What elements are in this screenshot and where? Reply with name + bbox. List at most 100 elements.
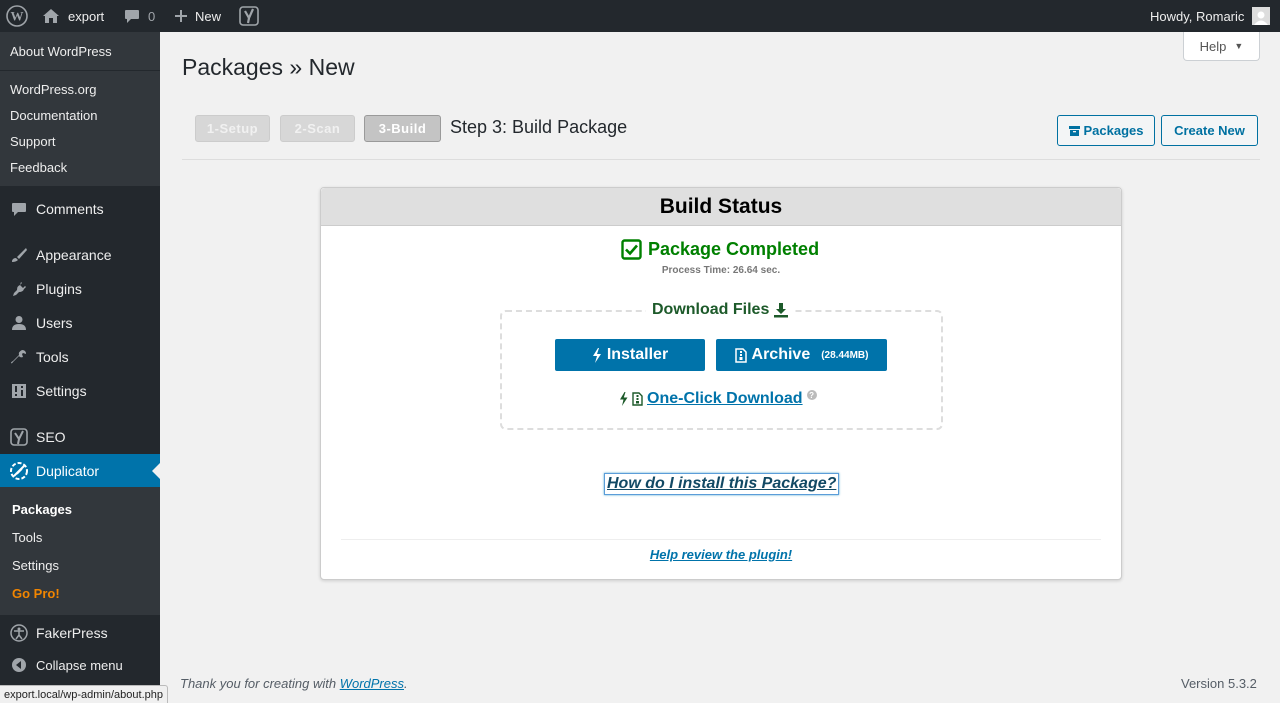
comment-icon bbox=[0, 202, 36, 217]
archive-size: (28.44MB) bbox=[821, 349, 869, 361]
new-label: New bbox=[195, 8, 222, 24]
admin-bar: W export 0 New Howdy, Romaric bbox=[0, 0, 1280, 32]
caret-down-icon: ▼ bbox=[1234, 41, 1244, 51]
submenu-settings[interactable]: Settings bbox=[12, 558, 59, 573]
sidebar-item-comments[interactable]: Comments bbox=[0, 192, 160, 226]
duplicator-icon bbox=[0, 461, 36, 481]
current-menu-arrow bbox=[152, 463, 160, 479]
duplicator-submenu: Packages Tools Settings Go Pro! bbox=[0, 487, 160, 615]
avatar bbox=[1252, 7, 1271, 25]
browser-status-url: export.local/wp-admin/about.php bbox=[0, 685, 168, 703]
panel-divider bbox=[341, 539, 1101, 540]
bolt-icon bbox=[620, 392, 628, 406]
sidebar-item-settings[interactable]: Settings bbox=[0, 374, 160, 408]
sidebar-item-label: Appearance bbox=[36, 247, 112, 263]
step-1-setup: 1-Setup bbox=[195, 115, 270, 142]
submenu-documentation[interactable]: Documentation bbox=[10, 108, 97, 123]
sidebar-item-label: Tools bbox=[36, 349, 69, 365]
download-icon bbox=[774, 303, 789, 318]
sidebar-item-users[interactable]: Users bbox=[0, 306, 160, 340]
wordpress-submenu: WordPress.org Documentation Support Feed… bbox=[0, 70, 160, 186]
help-review-link[interactable]: Help review the plugin! bbox=[321, 547, 1121, 562]
collapse-arrow-icon bbox=[0, 657, 36, 673]
howdy-greeting: Howdy, Romaric bbox=[1150, 8, 1245, 24]
svg-text:W: W bbox=[11, 9, 24, 24]
sliders-icon bbox=[0, 383, 36, 399]
archive-label: Archive bbox=[751, 346, 811, 363]
build-status-panel: Build Status Package Completed Process T… bbox=[320, 187, 1122, 580]
sidebar-item-label: SEO bbox=[36, 429, 66, 445]
plug-icon bbox=[0, 281, 36, 297]
footer-thanks: Thank you for creating with WordPress. bbox=[180, 676, 408, 691]
plus-icon bbox=[175, 10, 187, 22]
home-icon bbox=[43, 9, 59, 23]
question-mark-icon[interactable]: ? bbox=[806, 390, 817, 400]
create-new-label: Create New bbox=[1174, 123, 1245, 138]
step-3-build: 3-Build bbox=[364, 115, 441, 142]
sidebar-item-seo[interactable]: SEO bbox=[0, 420, 160, 454]
sidebar-item-duplicator[interactable]: Duplicator bbox=[0, 454, 160, 488]
about-wordpress-label: About WordPress bbox=[10, 44, 112, 59]
download-files-label: Download Files bbox=[652, 301, 770, 318]
sidebar-item-label: Duplicator bbox=[36, 463, 100, 479]
wrench-icon bbox=[0, 349, 36, 365]
build-status-header: Build Status bbox=[321, 188, 1121, 226]
collapse-menu-label: Collapse menu bbox=[36, 657, 123, 673]
how-to-install-link[interactable]: How do I install this Package? bbox=[604, 473, 840, 495]
site-name-link[interactable]: export bbox=[42, 0, 104, 32]
submenu-feedback[interactable]: Feedback bbox=[10, 160, 67, 175]
installer-button[interactable]: Installer bbox=[555, 339, 705, 371]
installer-label: Installer bbox=[606, 346, 669, 363]
paintbrush-icon bbox=[0, 247, 36, 263]
new-content-link[interactable]: New bbox=[174, 0, 221, 32]
step-2-scan: 2-Scan bbox=[280, 115, 355, 142]
submenu-go-pro[interactable]: Go Pro! bbox=[12, 586, 60, 601]
sidebar-item-plugins[interactable]: Plugins bbox=[0, 272, 160, 306]
comments-link[interactable]: 0 bbox=[124, 0, 155, 32]
footer-version: Version 5.3.2 bbox=[1181, 676, 1257, 691]
bolt-icon bbox=[592, 347, 601, 363]
packages-button-label: Packages bbox=[1083, 123, 1144, 138]
process-time: Process Time: 26.64 sec. bbox=[661, 265, 781, 276]
sidebar-item-label: Comments bbox=[36, 201, 104, 217]
collapse-menu-button[interactable]: Collapse menu bbox=[0, 648, 160, 682]
site-name: export bbox=[68, 8, 105, 24]
yoast-icon[interactable] bbox=[239, 0, 259, 32]
user-icon bbox=[0, 315, 36, 331]
submenu-tools[interactable]: Tools bbox=[12, 530, 42, 545]
step-title: Step 3: Build Package bbox=[450, 117, 628, 137]
footer-thanks-suffix: . bbox=[404, 676, 408, 691]
header-divider bbox=[182, 159, 1260, 160]
one-click-download-link[interactable]: One-Click Download bbox=[647, 390, 803, 408]
comments-count: 0 bbox=[148, 8, 156, 24]
comment-bubble-icon bbox=[125, 9, 139, 23]
sidebar-item-tools[interactable]: Tools bbox=[0, 340, 160, 374]
sidebar-item-appearance[interactable]: Appearance bbox=[0, 238, 160, 272]
archive-box-icon bbox=[1068, 125, 1080, 136]
wordpress-logo-icon[interactable]: W bbox=[6, 0, 28, 32]
sidebar-item-label: Users bbox=[36, 315, 73, 331]
help-tab-button[interactable]: Help ▼ bbox=[1183, 32, 1260, 61]
user-account-menu[interactable]: Howdy, Romaric bbox=[1150, 0, 1271, 32]
sidebar-item-fakerpress[interactable]: FakerPress bbox=[0, 616, 160, 650]
package-completed-status: Package Completed bbox=[621, 239, 819, 260]
help-label: Help bbox=[1199, 38, 1227, 54]
create-new-button[interactable]: Create New bbox=[1161, 115, 1258, 146]
sidebar-item-label: Settings bbox=[36, 383, 87, 399]
sidebar-item-label: FakerPress bbox=[36, 625, 108, 641]
archive-button[interactable]: Archive (28.44MB) bbox=[716, 339, 887, 371]
footer-wordpress-link[interactable]: WordPress bbox=[340, 676, 404, 691]
submenu-support[interactable]: Support bbox=[10, 134, 56, 149]
about-wordpress-item[interactable]: About WordPress bbox=[0, 32, 160, 70]
page-title: Packages » New bbox=[182, 54, 355, 80]
fakerpress-icon bbox=[0, 624, 36, 642]
sidebar-item-label: Plugins bbox=[36, 281, 82, 297]
packages-button[interactable]: Packages bbox=[1057, 115, 1155, 146]
yoast-seo-icon bbox=[0, 428, 36, 446]
submenu-wordpress-org[interactable]: WordPress.org bbox=[10, 82, 96, 97]
file-archive-icon bbox=[734, 347, 747, 363]
footer-thanks-prefix: Thank you for creating with bbox=[180, 676, 340, 691]
package-completed-label: Package Completed bbox=[648, 239, 820, 259]
one-click-download: One-Click Download ? bbox=[619, 390, 817, 408]
submenu-packages[interactable]: Packages bbox=[12, 502, 72, 517]
